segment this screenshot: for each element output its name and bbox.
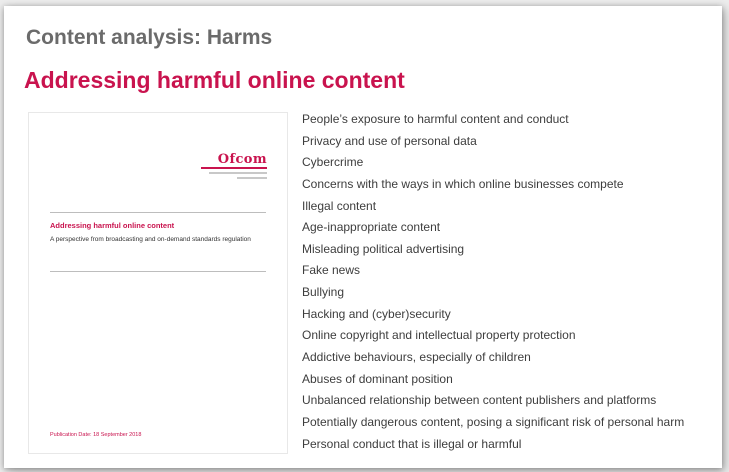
harm-item: Fake news <box>302 263 361 278</box>
logo-tagline <box>209 172 267 174</box>
harm-item: Unbalanced relationship between content … <box>302 393 657 408</box>
logo-underline <box>201 167 267 169</box>
harm-item: Personal conduct that is illegal or harm… <box>302 436 522 451</box>
divider <box>50 212 266 213</box>
harm-item: Age-inappropriate content <box>302 220 441 235</box>
harm-item: Online copyright and intellectual proper… <box>302 328 576 343</box>
harm-item: Cybercrime <box>302 155 364 170</box>
document-cover-thumbnail: Ofcom Addressing harmful online content … <box>28 112 288 454</box>
harm-item: Bullying <box>302 285 345 300</box>
harm-item: Concerns with the ways in which online b… <box>302 176 624 191</box>
section-title: Content analysis: Harms <box>26 26 273 49</box>
harm-item: People’s exposure to harmful content and… <box>302 112 569 126</box>
ofcom-logo: Ofcom <box>201 153 267 179</box>
harms-list: People’s exposure to harmful content and… <box>302 109 684 455</box>
divider <box>50 271 266 272</box>
main-title: Addressing harmful online content <box>24 67 405 93</box>
document-title: Addressing harmful online content <box>50 221 175 230</box>
document-subtitle: A perspective from broadcasting and on-d… <box>50 236 251 243</box>
harm-item: Addictive behaviours, especially of chil… <box>302 350 531 365</box>
ofcom-logo-wordmark: Ofcom <box>217 152 267 167</box>
harm-item: Illegal content <box>302 198 377 213</box>
harm-item: Privacy and use of personal data <box>302 133 477 148</box>
harm-item: Potentially dangerous content, posing a … <box>302 414 685 429</box>
slide: Content analysis: Harms Addressing harmf… <box>4 6 722 468</box>
publication-date: Publication Date: 18 September 2018 <box>50 432 142 438</box>
logo-tagline <box>237 177 267 179</box>
harm-item: Misleading political advertising <box>302 241 465 256</box>
harm-item: Hacking and (cyber)security <box>302 306 451 321</box>
harm-item: Abuses of dominant position <box>302 371 453 386</box>
